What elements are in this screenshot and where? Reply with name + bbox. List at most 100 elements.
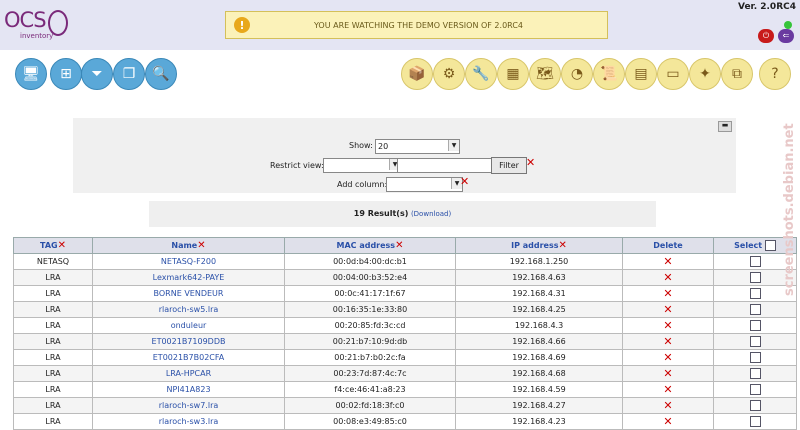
row-name-link[interactable]: ET0021B7B02CFA [92, 349, 285, 366]
row-ip: 192.168.4.59 [455, 381, 623, 398]
row-delete-cell: ✕ [622, 349, 714, 366]
row-tag: LRA [13, 349, 93, 366]
clear-filter-icon[interactable]: ✕ [526, 157, 535, 168]
mac-column-header[interactable]: MAC address✕ [284, 237, 456, 254]
demo-notice-text: YOU ARE WATCHING THE DEMO VERSION OF 2.0… [313, 20, 523, 30]
delete-icon[interactable]: ✕ [663, 399, 672, 412]
logout-icon[interactable]: ⏻ [758, 29, 774, 43]
row-name-link[interactable]: BORNE VENDEUR [92, 285, 285, 302]
row-select-checkbox[interactable] [749, 384, 761, 395]
delete-icon[interactable]: ✕ [663, 415, 672, 428]
deploy-icon[interactable]: 📦 [401, 58, 433, 90]
row-name-link[interactable]: onduleur [92, 317, 285, 334]
row-mac: 00:16:35:1e:33:80 [284, 301, 456, 318]
row-select-checkbox[interactable] [749, 320, 761, 331]
row-select-checkbox[interactable] [749, 416, 761, 427]
card-icon[interactable]: ▭ [657, 58, 689, 90]
row-tag: NETASQ [13, 253, 93, 270]
delete-icon[interactable]: ✕ [663, 319, 672, 332]
delete-icon[interactable]: ✕ [663, 303, 672, 316]
row-name-link[interactable]: rlaroch-sw3.lra [92, 413, 285, 430]
name-header-label[interactable]: Name [171, 241, 197, 250]
row-select-checkbox[interactable] [749, 304, 761, 315]
restrict-value-input[interactable] [397, 158, 492, 173]
row-ip: 192.168.4.25 [455, 301, 623, 318]
row-tag: LRA [13, 285, 93, 302]
ocs-logo[interactable]: OCS inventory [4, 8, 53, 40]
delete-header-label: Delete [653, 241, 683, 250]
row-name-link[interactable]: LRA-HPCAR [92, 365, 285, 382]
tag-column-header[interactable]: TAG✕ [13, 237, 93, 254]
version-label: Ver. 2.0RC4 [737, 2, 796, 12]
select-all-checkbox[interactable] [764, 240, 776, 251]
filter-button[interactable]: Filter [491, 157, 527, 174]
agent-icon[interactable]: ✦ [689, 58, 721, 90]
table-header-row: TAG✕ Name✕ MAC address✕ IP address✕ Dele… [13, 237, 797, 254]
search-icon[interactable]: 🔍 [145, 58, 177, 90]
row-select-checkbox[interactable] [749, 400, 761, 411]
row-select-cell [713, 365, 797, 382]
row-name-link[interactable]: ET0021B7109DDB [92, 333, 285, 350]
chevron-down-icon: ▼ [448, 140, 459, 151]
collapse-panel-button[interactable]: ▬ [718, 121, 732, 132]
row-name-link[interactable]: NETASQ-F200 [92, 253, 285, 270]
ip-column-header[interactable]: IP address✕ [455, 237, 623, 254]
scroll-icon[interactable]: 📜 [593, 58, 625, 90]
delete-icon[interactable]: ✕ [663, 335, 672, 348]
help-icon[interactable]: ? [759, 58, 791, 90]
show-select[interactable]: 20 ▼ [375, 139, 460, 154]
language-icon[interactable]: ⇐ [778, 29, 794, 43]
tools-icon[interactable]: 🔧 [465, 58, 497, 90]
download-link[interactable]: (Download) [411, 210, 451, 218]
row-tag: LRA [13, 397, 93, 414]
table-row: LRA LRA-HPCAR 00:23:7d:87:4c:7c 192.168.4.6… [13, 365, 797, 382]
header-bar: OCS inventory ! YOU ARE WATCHING THE DEM… [0, 0, 800, 50]
config-icon[interactable]: ⚙ [433, 58, 465, 90]
row-delete-cell: ✕ [622, 253, 714, 270]
delete-icon[interactable]: ✕ [663, 255, 672, 268]
computers-icon[interactable]: 🖥 [15, 58, 47, 90]
ip-header-label[interactable]: IP address [511, 241, 558, 250]
remove-column-icon[interactable]: ✕ [58, 240, 66, 251]
row-name-link[interactable]: rlaroch-sw7.lra [92, 397, 285, 414]
remove-column-icon[interactable]: ✕ [197, 240, 205, 251]
clear-column-icon[interactable]: ✕ [460, 176, 469, 187]
add-column-select[interactable]: ▼ [386, 177, 463, 192]
pie-chart-icon[interactable]: ◔ [561, 58, 593, 90]
tag-header-label[interactable]: TAG [40, 241, 58, 250]
row-delete-cell: ✕ [622, 301, 714, 318]
delete-icon[interactable]: ✕ [663, 351, 672, 364]
name-column-header[interactable]: Name✕ [92, 237, 285, 254]
logo-text: OCS [4, 8, 47, 32]
row-select-checkbox[interactable] [749, 336, 761, 347]
row-select-checkbox[interactable] [749, 288, 761, 299]
mac-header-label[interactable]: MAC address [337, 241, 396, 250]
network-icon[interactable]: ⊞ [50, 58, 82, 90]
filter-icon[interactable]: ⏷ [81, 58, 113, 90]
restrict-field-select[interactable]: ▼ [323, 158, 401, 173]
row-name-link[interactable]: NPI41A823 [92, 381, 285, 398]
delete-icon[interactable]: ✕ [663, 287, 672, 300]
delete-icon[interactable]: ✕ [663, 367, 672, 380]
show-select-value: 20 [378, 142, 389, 151]
row-name-link[interactable]: rlaroch-sw5.lra [92, 301, 285, 318]
row-tag: LRA [13, 301, 93, 318]
row-select-checkbox[interactable] [749, 368, 761, 379]
row-tag: LRA [13, 317, 93, 334]
remove-column-icon[interactable]: ✕ [395, 240, 403, 251]
groups-icon[interactable]: ❐ [113, 58, 145, 90]
delete-icon[interactable]: ✕ [663, 383, 672, 396]
row-name-link[interactable]: Lexmark642-PAYE [92, 269, 285, 286]
window-icon[interactable]: ⧉ [721, 58, 753, 90]
remove-column-icon[interactable]: ✕ [558, 240, 566, 251]
row-delete-cell: ✕ [622, 317, 714, 334]
calculator-icon[interactable]: ▦ [497, 58, 529, 90]
firewall-icon[interactable]: ▤ [625, 58, 657, 90]
row-select-checkbox[interactable] [749, 256, 761, 267]
delete-icon[interactable]: ✕ [663, 271, 672, 284]
row-mac: 00:21:b7:10:9d:db [284, 333, 456, 350]
map-icon[interactable]: 🗺 [529, 58, 561, 90]
row-select-checkbox[interactable] [749, 272, 761, 283]
row-select-checkbox[interactable] [749, 352, 761, 363]
row-mac: 00:0c:41:17:1f:67 [284, 285, 456, 302]
